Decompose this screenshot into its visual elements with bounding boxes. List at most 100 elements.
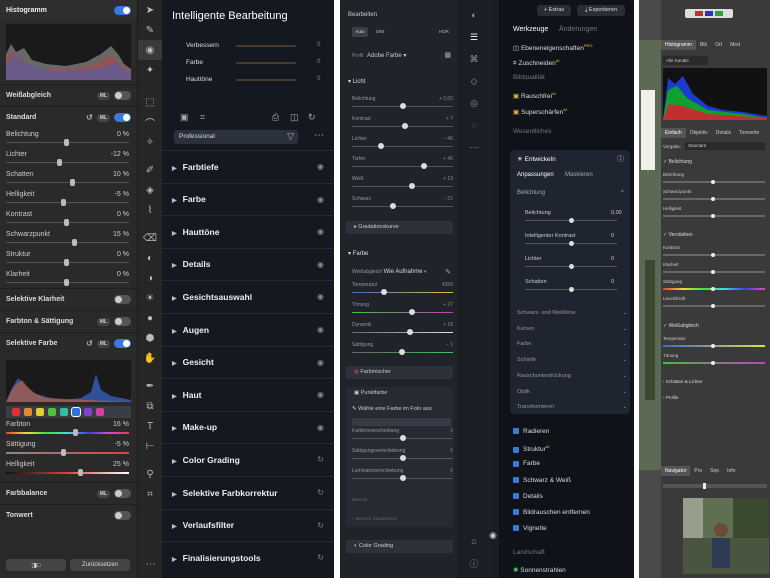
eraser-icon[interactable]: ◇ bbox=[457, 70, 491, 92]
slider-track[interactable] bbox=[352, 146, 453, 147]
slider-knob[interactable] bbox=[569, 241, 574, 246]
profile-select[interactable]: Professional ▽ bbox=[174, 130, 298, 144]
slider-knob[interactable] bbox=[711, 344, 715, 348]
slider-knob[interactable] bbox=[398, 349, 405, 355]
slider-knob[interactable] bbox=[69, 179, 75, 186]
quality-item[interactable]: ▣ SuperschärfenAI bbox=[513, 107, 567, 116]
quality-item[interactable]: ▣ RauschfreiAI bbox=[513, 91, 556, 100]
selective-color-section[interactable]: Selektive Farbe ↺ ML bbox=[0, 332, 137, 354]
category-item[interactable]: Farbtiefe ◉ bbox=[162, 150, 334, 182]
feather-icon[interactable]: ✒ bbox=[138, 376, 162, 396]
eye-icon[interactable]: ◉ bbox=[317, 195, 324, 204]
tool-list-item[interactable]: Bildrauschen entfernen bbox=[513, 509, 590, 516]
image-icon[interactable]: ▣ bbox=[180, 112, 189, 123]
color-swatch[interactable] bbox=[60, 408, 68, 416]
slider-knob[interactable] bbox=[64, 279, 69, 286]
slider-row[interactable]: Helligkeit -5 % bbox=[0, 188, 137, 208]
slider-knob[interactable] bbox=[73, 429, 79, 436]
color-swatch[interactable] bbox=[96, 408, 104, 416]
profile-section[interactable]: › Profile bbox=[663, 395, 679, 400]
group-item[interactable]: Farbe ⌄ bbox=[517, 341, 627, 347]
mask-icon[interactable]: ◎ bbox=[457, 92, 491, 114]
eye-icon[interactable]: ◉ bbox=[317, 423, 324, 432]
slider-knob[interactable] bbox=[711, 214, 715, 218]
zoom-icon[interactable]: ⚲ bbox=[138, 464, 162, 484]
slider-knob[interactable] bbox=[569, 218, 574, 223]
toning-section[interactable]: Tonwert bbox=[0, 504, 137, 526]
slider-knob[interactable] bbox=[60, 449, 66, 456]
slider-knob[interactable] bbox=[711, 361, 715, 365]
compare-button[interactable]: ◨□ bbox=[6, 559, 66, 571]
ml-badge[interactable]: ML bbox=[96, 113, 110, 122]
standard-section[interactable]: Standard ↺ ML bbox=[0, 106, 137, 128]
color-swatch[interactable] bbox=[24, 408, 32, 416]
quick-slider-track[interactable] bbox=[236, 79, 296, 81]
slider-track[interactable] bbox=[6, 202, 129, 203]
gradient-icon[interactable]: ◑ bbox=[138, 268, 162, 288]
slider-knob[interactable] bbox=[711, 270, 715, 274]
quick-slider-track[interactable] bbox=[236, 45, 296, 47]
color-swatch[interactable] bbox=[48, 408, 56, 416]
slider-knob[interactable] bbox=[711, 304, 715, 308]
panel-tab[interactable]: Med bbox=[726, 40, 744, 50]
group-item[interactable]: Schärfe ⌄ bbox=[517, 357, 627, 363]
selective-clarity-toggle[interactable] bbox=[114, 295, 131, 304]
color-swatch[interactable] bbox=[84, 408, 92, 416]
category-item[interactable]: Details ◉ bbox=[162, 247, 334, 280]
zoom-knob[interactable] bbox=[703, 483, 706, 489]
color-balance-toggle[interactable] bbox=[114, 489, 131, 498]
slider-knob[interactable] bbox=[72, 239, 78, 246]
bw-button[interactable]: S/W bbox=[372, 27, 388, 37]
panel-tab[interactable]: Histogramm bbox=[661, 40, 696, 50]
category-item[interactable]: Augen ◉ bbox=[162, 313, 334, 345]
slider-knob[interactable] bbox=[390, 203, 396, 209]
slider-track[interactable] bbox=[6, 432, 129, 434]
eye-icon[interactable]: ◉ bbox=[317, 358, 324, 367]
panel-tab[interactable]: Info bbox=[723, 466, 739, 476]
tool-item[interactable]: ◫ EbeneneigenschaftenPRO bbox=[513, 43, 593, 52]
eye-icon[interactable]: ◉ bbox=[317, 260, 324, 269]
info-icon[interactable]: ⓘ bbox=[617, 154, 624, 164]
panel-tab[interactable]: Ort bbox=[711, 40, 726, 50]
exposure-group[interactable]: Belichtung ^ bbox=[517, 190, 624, 196]
color-swatch[interactable] bbox=[36, 408, 44, 416]
panel-tab[interactable]: Objektiv bbox=[686, 128, 712, 138]
color-balance-section[interactable]: Farbbalance ML bbox=[0, 482, 137, 504]
slider-track[interactable] bbox=[6, 452, 129, 454]
heal-icon[interactable]: ◉ bbox=[138, 40, 162, 60]
group-item[interactable]: Schwarz- und Weißtöne ⌄ bbox=[517, 310, 627, 316]
slider-row[interactable]: Klarheit 0 % bbox=[0, 268, 137, 288]
star-icon[interactable]: ✦ bbox=[138, 60, 162, 80]
group-item[interactable]: Kurven ⌄ bbox=[517, 326, 627, 332]
group-item[interactable]: Transformieren ⌄ bbox=[517, 404, 627, 410]
slider-track[interactable] bbox=[6, 242, 129, 243]
reset-icon[interactable]: ↺ bbox=[86, 113, 93, 122]
mixer-section[interactable]: ◍ Farbmischer bbox=[346, 366, 453, 379]
panel-tab[interactable]: Pro bbox=[690, 466, 706, 476]
slider-knob[interactable] bbox=[399, 455, 406, 461]
tool-list-item[interactable]: Schwarz & Weiß bbox=[513, 477, 571, 484]
slider-track[interactable] bbox=[6, 472, 129, 474]
wb-header[interactable]: ✓ Weißabgleich bbox=[663, 323, 699, 329]
curve-section[interactable]: ▸ Gradationskurve bbox=[346, 221, 453, 234]
color-slider-row[interactable]: Sättigung -5 % bbox=[0, 438, 137, 458]
slider-knob[interactable] bbox=[402, 123, 409, 129]
reset-icon[interactable]: ↻ bbox=[317, 521, 324, 530]
navigator-thumbnail[interactable] bbox=[683, 498, 769, 574]
slider-knob[interactable] bbox=[711, 287, 715, 291]
histogram-header[interactable]: Histogramm bbox=[0, 0, 137, 20]
slider-knob[interactable] bbox=[399, 435, 406, 441]
crop-icon[interactable]: ⌗ bbox=[138, 484, 162, 504]
slider-row[interactable]: Schwarzpunkt 15 % bbox=[0, 228, 137, 248]
sun-icon[interactable]: ☀ bbox=[138, 288, 162, 308]
slider-row[interactable]: Struktur 0 % bbox=[0, 248, 137, 268]
tab-changes[interactable]: Änderungen bbox=[559, 26, 597, 33]
tool-list-item[interactable]: Farbe bbox=[513, 460, 540, 467]
tool-list-item[interactable]: Vignette bbox=[513, 525, 547, 532]
save-icon[interactable]: ⎙ bbox=[272, 112, 279, 123]
reset-icon[interactable]: ↻ bbox=[317, 488, 324, 497]
slider-row[interactable]: Lichter -12 % bbox=[0, 148, 137, 168]
white-balance-section[interactable]: Weißabgleich ML bbox=[0, 84, 137, 106]
slider-knob[interactable] bbox=[64, 139, 69, 146]
tab-tools[interactable]: Werkzeuge bbox=[513, 26, 548, 33]
